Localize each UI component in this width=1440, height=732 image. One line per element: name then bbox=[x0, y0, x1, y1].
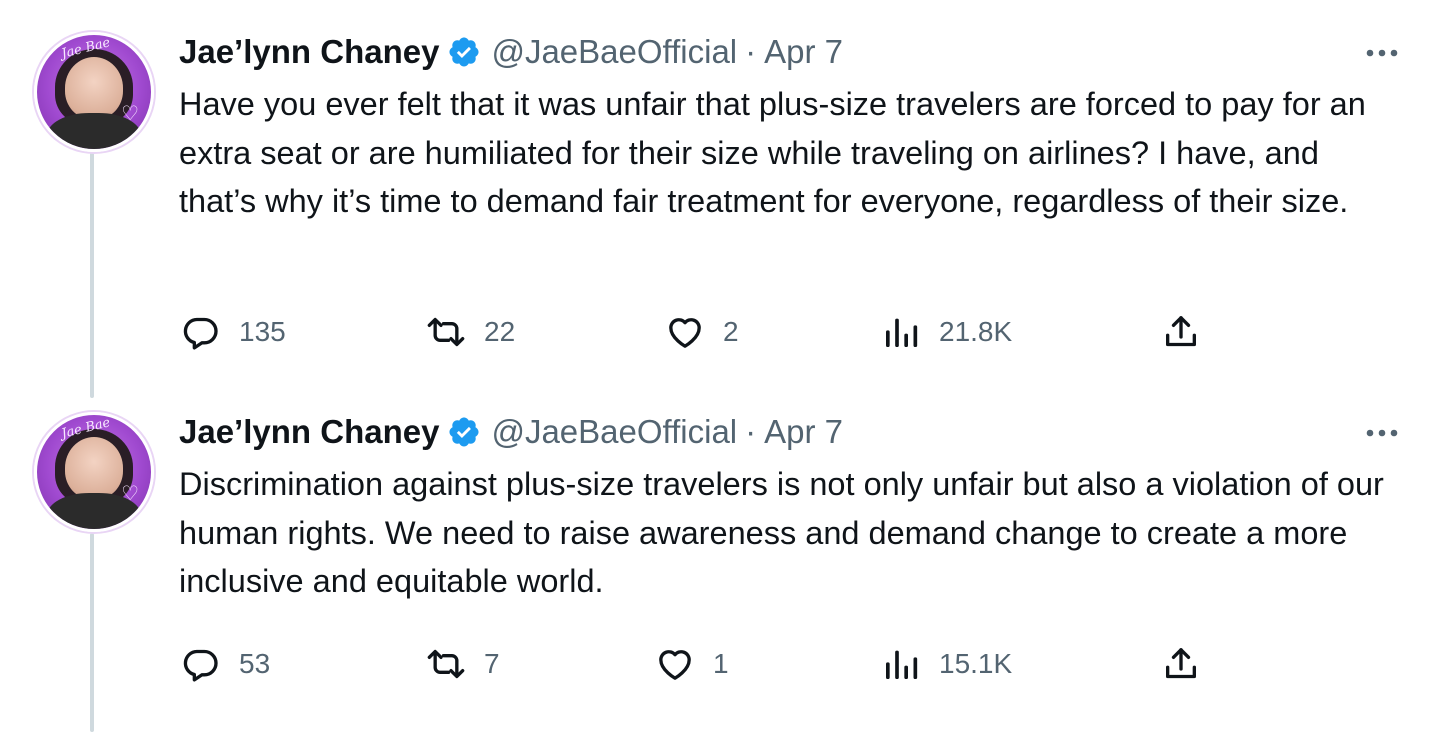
views-icon bbox=[886, 318, 918, 347]
views-button[interactable]: 21.8K bbox=[881, 310, 1012, 354]
reply-count: 135 bbox=[239, 316, 286, 347]
share-button[interactable] bbox=[1161, 310, 1201, 354]
avatar-heart-icon: ♡ bbox=[121, 103, 139, 125]
like-count: 2 bbox=[723, 316, 739, 347]
share-icon bbox=[1166, 648, 1196, 679]
tweet-date[interactable]: Apr 7 bbox=[764, 33, 843, 71]
avatar[interactable]: Jae Bae ♡ bbox=[34, 412, 154, 532]
tweet[interactable]: Jae Bae ♡ Jae’lynn Chaney @JaeBaeOfficia… bbox=[0, 412, 1440, 732]
author-name[interactable]: Jae’lynn Chaney bbox=[179, 33, 439, 71]
reply-button[interactable]: 53 bbox=[181, 642, 270, 686]
retweet-icon bbox=[427, 317, 465, 347]
tweet-actions: 135 22 2 21.8K bbox=[179, 310, 1219, 354]
share-button[interactable] bbox=[1161, 642, 1201, 686]
tweet-date[interactable]: Apr 7 bbox=[764, 413, 843, 451]
views-icon bbox=[886, 650, 918, 679]
views-button[interactable]: 15.1K bbox=[881, 642, 1012, 686]
avatar-heart-icon: ♡ bbox=[121, 483, 139, 505]
reply-button[interactable]: 135 bbox=[181, 310, 286, 354]
like-icon bbox=[659, 650, 691, 680]
tweet-header: Jae’lynn Chaney @JaeBaeOfficial · Apr 7 bbox=[179, 412, 843, 452]
more-icon[interactable] bbox=[1357, 38, 1407, 68]
retweet-icon bbox=[427, 649, 465, 679]
retweet-count: 22 bbox=[484, 316, 516, 347]
reply-icon bbox=[183, 649, 218, 682]
retweet-count: 7 bbox=[484, 648, 500, 679]
avatar[interactable]: Jae Bae ♡ bbox=[34, 32, 154, 152]
like-button[interactable]: 1 bbox=[655, 642, 729, 686]
like-button[interactable]: 2 bbox=[665, 310, 739, 354]
tweet[interactable]: Jae Bae ♡ Jae’lynn Chaney @JaeBaeOfficia… bbox=[0, 32, 1440, 372]
avatar-face bbox=[65, 437, 123, 499]
share-icon bbox=[1166, 316, 1196, 347]
views-count: 21.8K bbox=[939, 316, 1013, 347]
author-name[interactable]: Jae’lynn Chaney bbox=[179, 413, 439, 451]
separator-dot: · bbox=[745, 413, 757, 450]
tweet-text: Discrimination against plus-size travele… bbox=[179, 466, 1384, 599]
reply-icon bbox=[183, 317, 218, 350]
tweet-actions: 53 7 1 15.1K bbox=[179, 642, 1219, 686]
avatar-face bbox=[65, 57, 123, 119]
like-icon bbox=[669, 318, 701, 348]
retweet-button[interactable]: 7 bbox=[426, 642, 500, 686]
verified-badge-icon[interactable] bbox=[447, 415, 481, 449]
tweet-text: Have you ever felt that it was unfair th… bbox=[179, 86, 1366, 219]
views-count: 15.1K bbox=[939, 648, 1013, 679]
like-count: 1 bbox=[713, 648, 729, 679]
verified-badge-icon[interactable] bbox=[447, 35, 481, 69]
author-handle[interactable]: @JaeBaeOfficial bbox=[491, 33, 737, 71]
more-icon[interactable] bbox=[1357, 418, 1407, 448]
separator-dot: · bbox=[745, 33, 757, 70]
tweet-header: Jae’lynn Chaney @JaeBaeOfficial · Apr 7 bbox=[179, 32, 843, 72]
reply-count: 53 bbox=[239, 648, 271, 679]
retweet-button[interactable]: 22 bbox=[426, 310, 515, 354]
author-handle[interactable]: @JaeBaeOfficial bbox=[491, 413, 737, 451]
